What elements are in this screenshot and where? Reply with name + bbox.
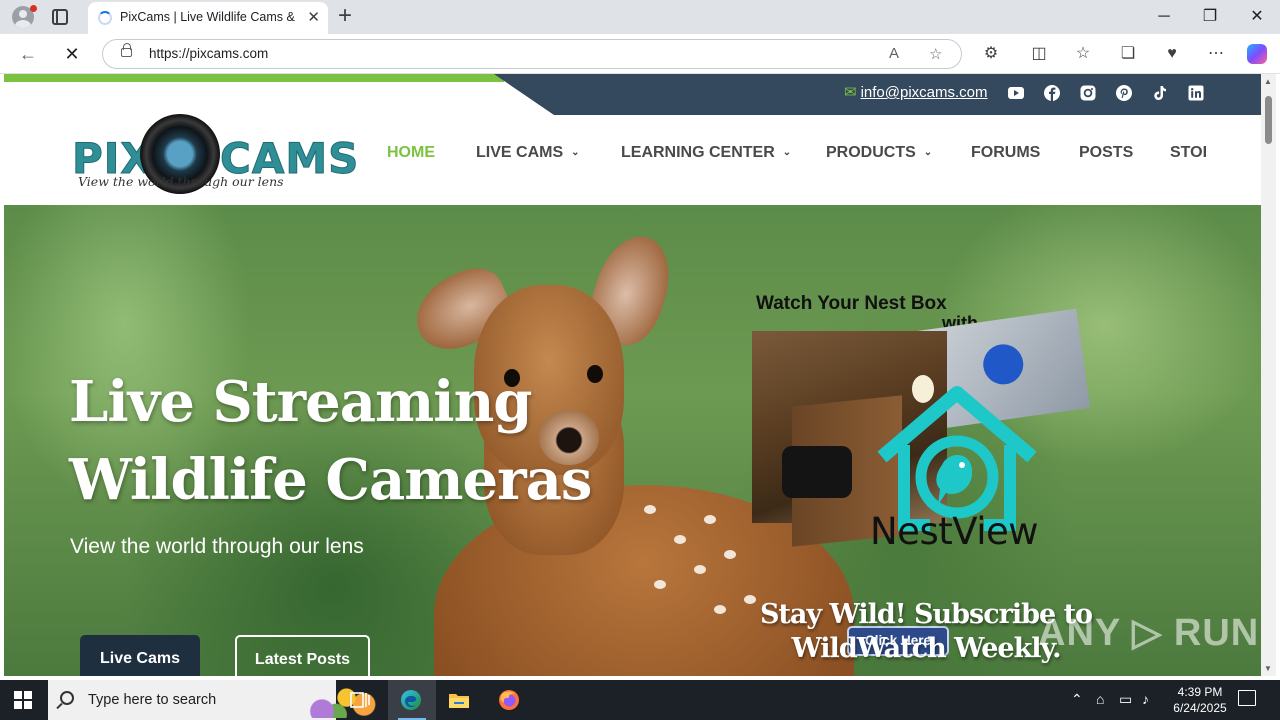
live-cams-button[interactable]: Live Cams [80,635,200,676]
page-scrollbar[interactable]: ▲ ▼ [1261,74,1276,676]
firefox-icon[interactable] [497,688,521,712]
close-window-button[interactable]: ✕ [1234,4,1280,30]
scroll-up-arrow-icon[interactable]: ▲ [1264,77,1272,86]
new-tab-button[interactable]: + [338,3,352,29]
nav-forums[interactable]: FORUMS [971,144,1040,162]
taskbar-search[interactable]: Type here to search [48,680,378,720]
deer-spot [704,515,716,524]
browser-toolbar: ← ✕ https://pixcams.com A ☆ ⚙ ◫ ☆ ❏ ♥ ⋯ [0,34,1280,74]
deer-spot [644,505,656,514]
edge-icon[interactable] [399,688,423,712]
camera-device [782,446,852,498]
notifications-icon[interactable] [1238,690,1256,706]
tab-title: PixCams | Live Wildlife Cams & Na [120,10,298,24]
show-hidden-icons-icon[interactable]: ⌃ [1071,691,1083,708]
nav-home-label: HOME [387,144,435,161]
volume-icon[interactable]: ♪ [1142,691,1149,707]
device-icon[interactable]: ⌂ [1096,691,1104,707]
task-view-icon[interactable] [348,688,372,712]
url-text[interactable]: https://pixcams.com [149,46,268,61]
search-placeholder[interactable]: Type here to search [88,692,216,708]
tiktok-icon[interactable] [1151,84,1169,102]
instagram-icon[interactable] [1079,84,1097,102]
facebook-icon[interactable] [1043,84,1061,102]
windows-start-icon[interactable] [14,691,32,709]
nav-live-cams-label: LIVE CAMS [476,144,564,161]
chevron-down-icon: ⌄ [571,147,580,158]
settings-more-icon[interactable]: ⋯ [1204,43,1228,65]
minimize-button[interactable]: ─ [1141,4,1187,30]
nav-forums-label: FORUMS [971,144,1041,161]
taskbar-clock[interactable]: 4:39 PM 6/24/2025 [1160,684,1240,716]
youtube-icon[interactable] [1007,84,1025,102]
chevron-down-icon: ⌄ [923,147,933,158]
accent-stripe [4,74,504,82]
linkedin-icon[interactable] [1187,84,1205,102]
loading-spinner-icon [98,11,112,25]
read-aloud-icon[interactable]: A [889,45,899,62]
pinterest-icon[interactable] [1115,84,1133,102]
browser-tab[interactable]: PixCams | Live Wildlife Cams & Na ✕ [88,2,328,34]
nav-learning-center[interactable]: LEARNING CENTER ⌄ [621,144,791,162]
nav-store-label: STOI [1170,144,1208,161]
restore-button[interactable]: ❐ [1187,4,1233,30]
clock-time: 4:39 PM [1177,685,1223,699]
nav-live-cams[interactable]: LIVE CAMS ⌄ [476,144,580,162]
split-screen-icon[interactable]: ◫ [1027,43,1051,65]
notification-dot [30,5,37,12]
deer-spot [694,565,706,574]
anyrun-watermark: ANY ▷ RUN [1038,612,1260,654]
email-link[interactable]: ✉ info@pixcams.com [844,83,988,101]
scroll-thumb[interactable] [1265,96,1272,144]
back-icon[interactable]: ← [16,42,40,66]
envelope-icon: ✉ [844,84,857,101]
favorites-icon[interactable]: ☆ [1071,43,1095,65]
logo-tagline: View the world through our lens [78,174,284,189]
browser-tab-bar: PixCams | Live Wildlife Cams & Na ✕ + ─ … [0,0,1280,34]
page-viewport: ✉ info@pixcams.com PIX CAMS View the worl… [4,74,1261,676]
file-explorer-icon[interactable] [447,688,471,712]
hero-title-line1: Live Streaming [69,369,532,435]
stop-loading-icon[interactable]: ✕ [60,42,84,66]
search-icon [60,691,74,705]
nav-posts[interactable]: POSTS [1079,144,1133,162]
hero-title: Live Streaming Wildlife Cameras [69,363,592,519]
hero-banner: Live Streaming Wildlife Cameras View the… [4,205,1261,676]
copilot-icon[interactable] [1247,44,1267,64]
nav-home[interactable]: HOME [387,144,435,162]
collections-icon[interactable]: ❏ [1116,43,1140,65]
deer-spot [654,580,666,589]
hero-subtitle: View the world through our lens [70,535,364,558]
nestview-brand: NestView [870,510,1039,553]
deer-spot [714,605,726,614]
scroll-down-arrow-icon[interactable]: ▼ [1264,664,1272,673]
deer-spot [674,535,686,544]
deer-spot [724,550,736,559]
nav-store[interactable]: STOI [1170,144,1207,162]
address-bar[interactable]: https://pixcams.com A ☆ [102,39,962,69]
nav-products-label: PRODUCTS [826,144,916,161]
tab-actions-icon[interactable] [52,9,68,25]
latest-posts-button[interactable]: Latest Posts [235,635,370,676]
nav-learning-center-label: LEARNING CENTER [621,144,775,161]
chevron-down-icon: ⌄ [782,147,792,158]
favorite-star-icon[interactable]: ☆ [929,45,942,63]
extensions-icon[interactable]: ⚙ [979,43,1003,65]
lock-icon[interactable] [121,43,132,57]
promo-heading: Watch Your Nest Box [756,293,947,314]
email-text[interactable]: info@pixcams.com [861,84,988,101]
site-logo[interactable]: PIX CAMS View the world through our lens [70,110,359,196]
tab-close-icon[interactable]: ✕ [307,8,320,26]
network-icon[interactable]: ▭ [1119,691,1132,708]
nav-products[interactable]: PRODUCTS ⌄ [826,144,932,162]
browser-essentials-icon[interactable]: ♥ [1160,43,1184,65]
hero-title-line2: Wildlife Cameras [69,447,592,513]
nav-posts-label: POSTS [1079,144,1134,161]
windows-taskbar: Type here to search ⌃ ⌂ ▭ ♪ 4:39 PM 6/24… [0,680,1280,720]
clock-date: 6/24/2025 [1173,701,1227,715]
